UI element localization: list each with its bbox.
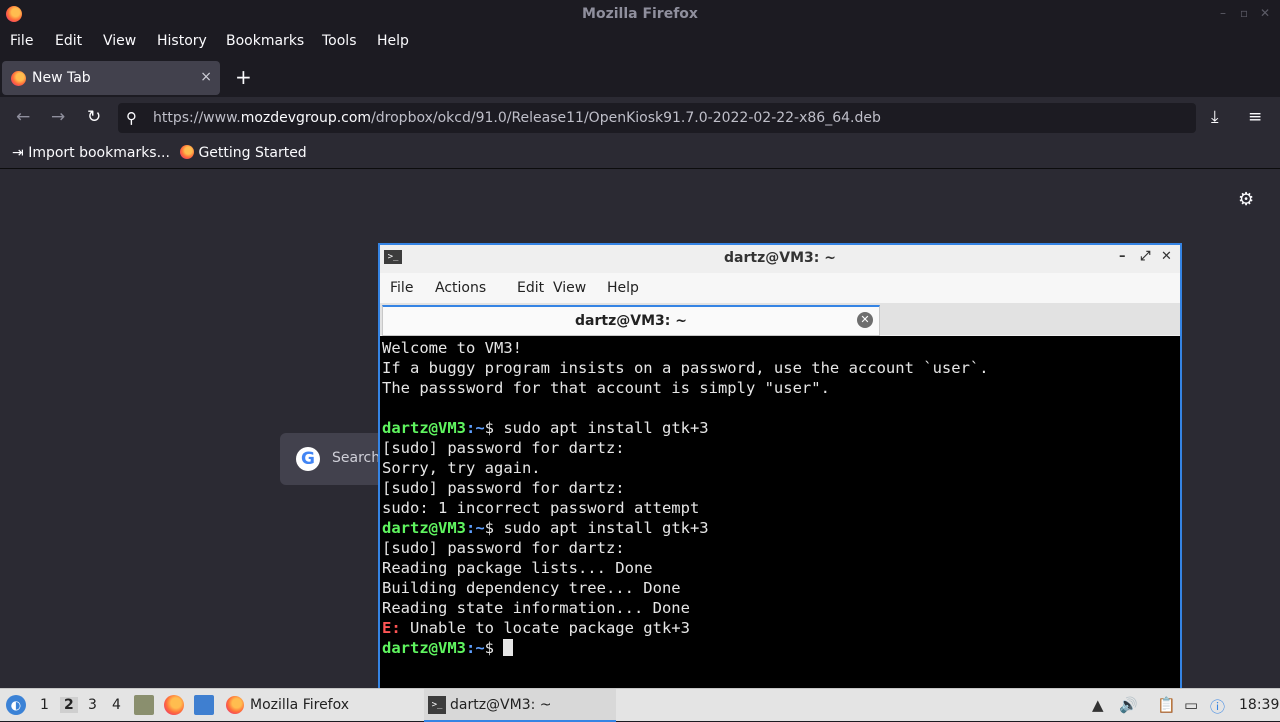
hamburger-menu-icon[interactable]: ≡	[1248, 107, 1262, 127]
clock[interactable]: 18:39	[1239, 697, 1279, 713]
desktop-icon[interactable]	[194, 695, 214, 715]
terminal-menu-view[interactable]: View	[553, 280, 586, 296]
taskbar: ◐ 1 2 3 4 Mozilla Firefox >_ dartz@VM3: …	[0, 688, 1280, 722]
workspace-2[interactable]: 2	[60, 697, 78, 713]
terminal-menu-file[interactable]: File	[390, 280, 413, 296]
bookmark-getting-started[interactable]: Getting Started	[180, 145, 307, 161]
terminal-tab-bar: dartz@VM3: ~ ✕	[380, 303, 1180, 336]
terminal-line: [sudo] password for dartz:	[382, 479, 625, 497]
terminal-line: sudo: 1 incorrect password attempt	[382, 499, 700, 517]
terminal-titlebar[interactable]: >_ dartz@VM3: ~ – ⤢ ✕	[380, 245, 1180, 272]
maximize-icon[interactable]: ▫	[1240, 6, 1248, 20]
terminal-prompt-line: dartz@VM3:~$ sudo apt install gtk+3	[382, 519, 709, 537]
workspace-4[interactable]: 4	[112, 697, 121, 713]
firefox-titlebar: Mozilla Firefox – ▫ ✕	[0, 0, 1280, 29]
terminal-menu-bar: File Actions Edit View Help	[380, 273, 1180, 303]
new-tab-button[interactable]: +	[235, 65, 252, 89]
search-placeholder: Search	[332, 450, 381, 466]
terminal-title: dartz@VM3: ~	[724, 250, 836, 266]
menu-bar: File Edit View History Bookmarks Tools H…	[0, 29, 1280, 55]
menu-edit[interactable]: Edit	[55, 33, 82, 49]
maximize-icon[interactable]: ⤢	[1140, 249, 1150, 264]
reload-icon[interactable]: ↻	[87, 107, 101, 127]
firefox-favicon-icon	[180, 145, 194, 159]
close-icon[interactable]: ✕	[1260, 6, 1270, 20]
settings-gear-icon[interactable]: ⚙	[1238, 189, 1254, 210]
firefox-favicon-icon	[11, 71, 26, 86]
volume-icon[interactable]: 🔊	[1119, 696, 1138, 714]
notification-icon[interactable]: ⓘ	[1210, 696, 1225, 717]
task-terminal[interactable]: >_ dartz@VM3: ~	[424, 689, 616, 722]
terminal-icon: >_	[428, 696, 446, 714]
terminal-line: The passsword for that account is simply…	[382, 379, 830, 397]
back-arrow-icon[interactable]: ←	[16, 107, 30, 127]
firefox-launcher-icon[interactable]	[164, 695, 184, 715]
display-icon[interactable]: ▭	[1184, 696, 1198, 714]
menu-bookmarks[interactable]: Bookmarks	[226, 33, 304, 49]
terminal-line: [sudo] password for dartz:	[382, 439, 625, 457]
terminal-prompt-line: dartz@VM3:~$	[382, 638, 1180, 658]
minimize-icon[interactable]: –	[1220, 6, 1226, 20]
terminal-output[interactable]: Welcome to VM3! If a buggy program insis…	[380, 336, 1180, 689]
terminal-tab[interactable]: dartz@VM3: ~ ✕	[382, 305, 880, 336]
workspace-1[interactable]: 1	[40, 697, 49, 713]
clipboard-icon[interactable]: 📋	[1157, 696, 1176, 714]
bookmark-import[interactable]: ⇥ Import bookmarks...	[12, 145, 170, 161]
terminal-line: Building dependency tree... Done	[382, 579, 681, 597]
firefox-icon	[226, 696, 244, 714]
terminal-line: [sudo] password for dartz:	[382, 539, 625, 557]
forward-arrow-icon[interactable]: →	[51, 107, 65, 127]
text-cursor	[503, 639, 514, 656]
menu-view[interactable]: View	[103, 33, 136, 49]
terminal-window[interactable]: >_ dartz@VM3: ~ – ⤢ ✕ File Actions Edit …	[378, 243, 1182, 689]
file-manager-icon[interactable]	[134, 695, 154, 715]
url-bar[interactable]: ⚲ https://www.mozdevgroup.com/dropbox/ok…	[118, 103, 1196, 133]
terminal-menu-help[interactable]: Help	[607, 280, 639, 296]
tab-close-icon[interactable]: ✕	[857, 312, 873, 328]
close-icon[interactable]: ✕	[1161, 249, 1172, 264]
minimize-icon[interactable]: –	[1119, 249, 1126, 264]
terminal-line: Reading package lists... Done	[382, 559, 653, 577]
terminal-menu-edit[interactable]: Edit	[517, 280, 544, 296]
start-menu-icon[interactable]: ◐	[6, 695, 26, 715]
terminal-error-line: E: Unable to locate package gtk+3	[382, 619, 690, 637]
url-text[interactable]: https://www.mozdevgroup.com/dropbox/okcd…	[153, 110, 881, 126]
window-title: Mozilla Firefox	[582, 6, 698, 22]
download-icon[interactable]: ⤓	[1211, 107, 1219, 127]
google-icon: G	[296, 447, 320, 471]
terminal-line: Sorry, try again.	[382, 459, 541, 477]
terminal-line: Welcome to VM3!	[382, 339, 522, 357]
terminal-tab-label: dartz@VM3: ~	[575, 313, 687, 329]
menu-history[interactable]: History	[157, 33, 207, 49]
menu-help[interactable]: Help	[377, 33, 409, 49]
terminal-line: If a buggy program insists on a password…	[382, 359, 989, 377]
nav-bar: ← → ↻ ⚲ https://www.mozdevgroup.com/drop…	[0, 97, 1280, 140]
task-firefox[interactable]: Mozilla Firefox	[226, 689, 416, 720]
terminal-menu-actions[interactable]: Actions	[435, 280, 486, 296]
menu-tools[interactable]: Tools	[322, 33, 357, 49]
terminal-prompt-line: dartz@VM3:~$ sudo apt install gtk+3	[382, 419, 709, 437]
bookmarks-toolbar: ⇥ Import bookmarks... Getting Started	[0, 140, 1280, 169]
task-label: Mozilla Firefox	[250, 697, 350, 713]
workspace-3[interactable]: 3	[88, 697, 97, 713]
task-label: dartz@VM3: ~	[450, 697, 552, 713]
menu-file[interactable]: File	[10, 33, 33, 49]
tab-label: New Tab	[32, 70, 91, 86]
terminal-line: Reading state information... Done	[382, 599, 690, 617]
tab-close-icon[interactable]: ×	[200, 69, 212, 85]
tray-arrow-icon[interactable]: ▲	[1092, 696, 1104, 714]
search-icon: ⚲	[126, 109, 137, 127]
tab-new-tab[interactable]: New Tab ×	[2, 61, 220, 95]
tab-bar: New Tab × +	[0, 59, 1280, 97]
